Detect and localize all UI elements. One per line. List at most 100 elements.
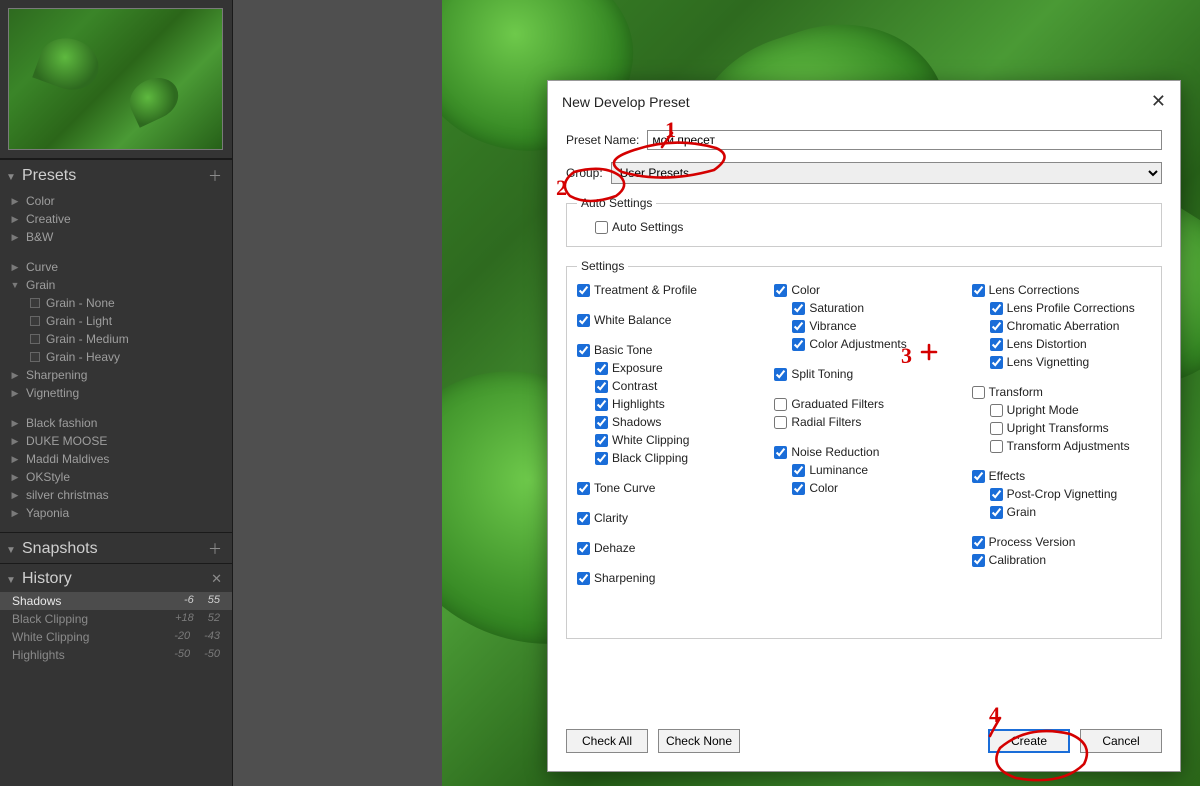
setting-check[interactable]: Exposure xyxy=(595,359,756,377)
setting-check[interactable]: Post-Crop Vignetting xyxy=(990,485,1151,503)
setting-check[interactable]: Chromatic Aberration xyxy=(990,317,1151,335)
setting-check[interactable]: Black Clipping xyxy=(595,449,756,467)
setting-check[interactable]: Sharpening xyxy=(577,569,756,587)
chevron-right-icon[interactable]: ▶ xyxy=(10,454,20,465)
settings-fieldset: Settings Treatment & ProfileWhite Balanc… xyxy=(566,259,1162,639)
setting-check[interactable]: Luminance xyxy=(792,461,953,479)
preset-folder[interactable]: ▶OKStyle xyxy=(0,468,232,486)
preset-folder[interactable]: ▶Maddi Maldives xyxy=(0,450,232,468)
chevron-down-icon[interactable]: ▼ xyxy=(10,280,20,290)
preset-folder[interactable]: ▶Curve xyxy=(0,258,232,276)
history-row[interactable]: Black Clipping+1852 xyxy=(0,610,232,628)
auto-settings-check[interactable]: Auto Settings xyxy=(595,218,1151,236)
preset-folder[interactable]: ▶B&W xyxy=(0,228,232,246)
dialog-title-text: New Develop Preset xyxy=(562,94,690,110)
setting-check[interactable]: Lens Profile Corrections xyxy=(990,299,1151,317)
preset-folder[interactable]: ▶DUKE MOOSE xyxy=(0,432,232,450)
dialog-titlebar: New Develop Preset ✕ xyxy=(548,81,1180,122)
setting-check[interactable]: Highlights xyxy=(595,395,756,413)
setting-check[interactable]: Shadows xyxy=(595,413,756,431)
settings-col-2: ColorSaturationVibranceColor Adjustments… xyxy=(774,281,953,587)
setting-check[interactable]: Dehaze xyxy=(577,539,756,557)
presets-list: ▶Color▶Creative▶B&W ▶Curve▼GrainGrain - N… xyxy=(0,190,232,532)
group-select[interactable]: User Presets xyxy=(611,162,1162,184)
setting-check[interactable]: Calibration xyxy=(972,551,1151,569)
chevron-right-icon[interactable]: ▶ xyxy=(10,490,20,501)
preset-name-label: Preset Name: xyxy=(566,133,639,147)
setting-check[interactable]: Color xyxy=(792,479,953,497)
setting-check[interactable]: Lens Distortion xyxy=(990,335,1151,353)
setting-check[interactable]: Basic Tone xyxy=(577,341,756,359)
preset-folder[interactable]: ▶Yaponia xyxy=(0,504,232,522)
preset-folder[interactable]: ▶silver christmas xyxy=(0,486,232,504)
setting-check[interactable]: Clarity xyxy=(577,509,756,527)
setting-check[interactable]: White Balance xyxy=(577,311,756,329)
history-row[interactable]: Shadows-655 xyxy=(0,592,232,610)
chevron-right-icon[interactable]: ▶ xyxy=(10,418,20,429)
preset-folder[interactable]: ▶Creative xyxy=(0,210,232,228)
chevron-right-icon[interactable]: ▶ xyxy=(10,436,20,447)
chevron-down-icon[interactable]: ▼ xyxy=(6,575,16,586)
create-button[interactable]: Create xyxy=(988,729,1070,753)
dialog-button-row: Check All Check None Create Cancel xyxy=(548,715,1180,771)
close-icon[interactable]: ✕ xyxy=(1151,91,1166,112)
setting-check[interactable]: Noise Reduction xyxy=(774,443,953,461)
history-row[interactable]: Highlights-50-50 xyxy=(0,646,232,664)
add-preset-icon[interactable]: ＋ xyxy=(208,166,222,186)
setting-check[interactable]: Color Adjustments xyxy=(792,335,953,353)
preset-folder[interactable]: ▶Color xyxy=(0,192,232,210)
setting-check[interactable]: Vibrance xyxy=(792,317,953,335)
chevron-right-icon[interactable]: ▶ xyxy=(10,262,20,273)
settings-col-1: Treatment & Profile White Balance Basic To… xyxy=(577,281,756,587)
preset-item[interactable]: Grain - Light xyxy=(0,312,232,330)
chevron-right-icon[interactable]: ▶ xyxy=(10,388,20,399)
setting-check[interactable]: Effects xyxy=(972,467,1151,485)
navigator-thumbnail[interactable] xyxy=(8,8,223,150)
setting-check[interactable]: Lens Corrections xyxy=(972,281,1151,299)
preset-folder[interactable]: ▶Vignetting xyxy=(0,384,232,402)
setting-check[interactable]: Saturation xyxy=(792,299,953,317)
cancel-button[interactable]: Cancel xyxy=(1080,729,1162,753)
preset-item[interactable]: Grain - None xyxy=(0,294,232,312)
add-snapshot-icon[interactable]: ＋ xyxy=(208,539,222,559)
setting-check[interactable]: Split Toning xyxy=(774,365,953,383)
setting-check[interactable]: Radial Filters xyxy=(774,413,953,431)
preset-thumb-icon xyxy=(30,316,40,326)
preset-item[interactable]: Grain - Heavy xyxy=(0,348,232,366)
check-none-button[interactable]: Check None xyxy=(658,729,740,753)
preset-folder[interactable]: ▶Sharpening xyxy=(0,366,232,384)
setting-check[interactable]: Lens Vignetting xyxy=(990,353,1151,371)
setting-check[interactable]: Graduated Filters xyxy=(774,395,953,413)
history-row[interactable]: White Clipping-20-43 xyxy=(0,628,232,646)
chevron-right-icon[interactable]: ▶ xyxy=(10,472,20,483)
setting-check[interactable]: Contrast xyxy=(595,377,756,395)
setting-check[interactable]: Treatment & Profile xyxy=(577,281,756,299)
setting-check[interactable]: Process Version xyxy=(972,533,1151,551)
setting-check[interactable]: Upright Mode xyxy=(990,401,1151,419)
setting-check[interactable]: Color xyxy=(774,281,953,299)
setting-check[interactable]: Transform xyxy=(972,383,1151,401)
chevron-down-icon[interactable]: ▼ xyxy=(6,545,16,556)
preset-folder[interactable]: ▶Black fashion xyxy=(0,414,232,432)
presets-panel-header[interactable]: ▼Presets ＋ xyxy=(0,159,232,190)
clear-history-icon[interactable]: ✕ xyxy=(211,571,222,587)
setting-check[interactable]: Transform Adjustments xyxy=(990,437,1151,455)
history-panel-header[interactable]: ▼History ✕ xyxy=(0,563,232,592)
setting-check[interactable]: White Clipping xyxy=(595,431,756,449)
preset-item[interactable]: Grain - Medium xyxy=(0,330,232,348)
chevron-right-icon[interactable]: ▶ xyxy=(10,232,20,243)
chevron-right-icon[interactable]: ▶ xyxy=(10,370,20,381)
chevron-down-icon[interactable]: ▼ xyxy=(6,172,16,183)
setting-check[interactable]: Upright Transforms xyxy=(990,419,1151,437)
preset-name-input[interactable] xyxy=(647,130,1162,150)
chevron-right-icon[interactable]: ▶ xyxy=(10,508,20,519)
preset-folder[interactable]: ▼Grain xyxy=(0,276,232,294)
snapshots-panel-header[interactable]: ▼Snapshots ＋ xyxy=(0,532,232,563)
check-all-button[interactable]: Check All xyxy=(566,729,648,753)
chevron-right-icon[interactable]: ▶ xyxy=(10,214,20,225)
chevron-right-icon[interactable]: ▶ xyxy=(10,196,20,207)
setting-check[interactable]: Grain xyxy=(990,503,1151,521)
auto-settings-legend: Auto Settings xyxy=(577,196,656,210)
setting-check[interactable]: Tone Curve xyxy=(577,479,756,497)
auto-settings-fieldset: Auto Settings Auto Settings xyxy=(566,196,1162,247)
